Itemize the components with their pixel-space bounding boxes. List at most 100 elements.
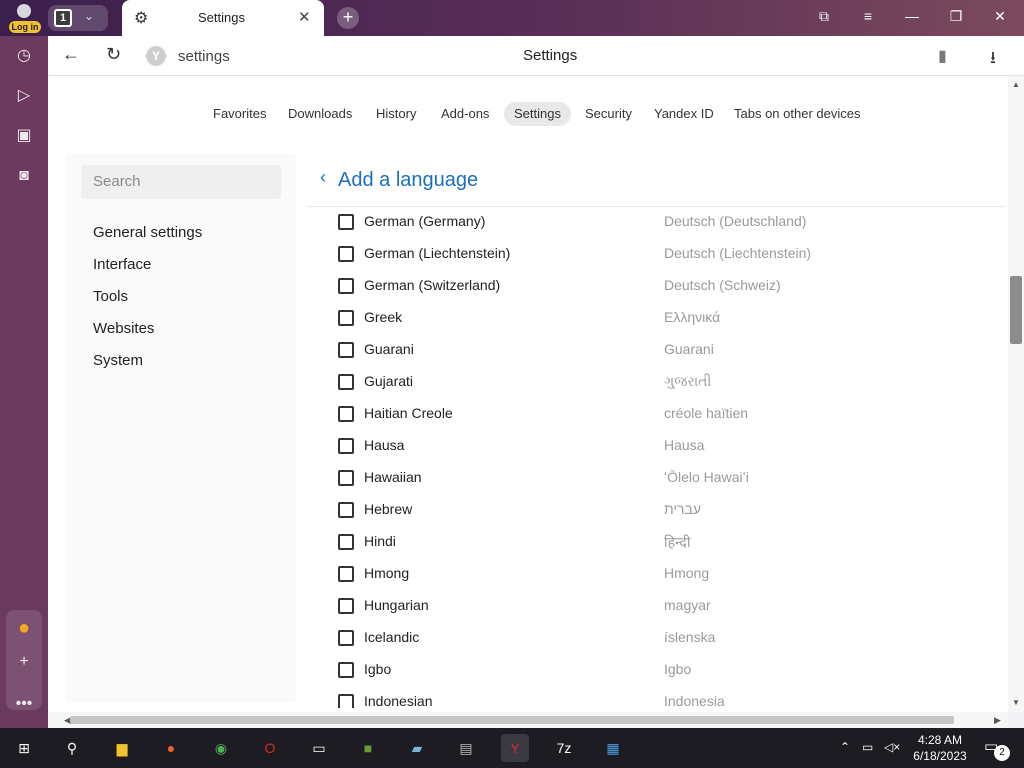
nav-addons[interactable]: Add-ons <box>431 102 499 126</box>
nav-settings[interactable]: Settings <box>504 102 571 126</box>
tray-expand-icon[interactable]: ⌃ <box>840 740 850 754</box>
url-field[interactable]: settings <box>178 48 230 65</box>
terminal-icon[interactable]: ▭ <box>305 734 333 762</box>
menu-general-settings[interactable]: General settings <box>93 224 202 241</box>
tab-group-button[interactable]: 1 ⌄ <box>48 5 108 31</box>
scroll-right-arrow-icon[interactable]: ▶ <box>994 715 1001 726</box>
language-checkbox[interactable] <box>338 662 354 678</box>
language-row[interactable]: Guarani Guarani <box>306 335 1006 367</box>
language-row[interactable]: Igbo Igbo <box>306 655 1006 687</box>
history-clock-icon[interactable]: ◷ <box>12 44 36 68</box>
close-tab-icon[interactable]: ✕ <box>298 8 311 26</box>
nav-history[interactable]: History <box>366 102 426 126</box>
language-checkbox[interactable] <box>338 278 354 294</box>
minimize-button[interactable]: — <box>900 8 924 24</box>
language-checkbox[interactable] <box>338 598 354 614</box>
language-row[interactable]: Hawaiian ʻŌlelo Hawaiʻi <box>306 463 1006 495</box>
horizontal-scroll-thumb[interactable] <box>70 716 954 724</box>
language-row[interactable]: Greek Ελληνικά <box>306 303 1006 335</box>
add-app-icon[interactable]: + <box>12 650 36 674</box>
tab-settings[interactable]: ⚙ Settings ✕ <box>122 0 324 36</box>
back-arrow-icon[interactable]: ← <box>62 44 80 65</box>
language-row[interactable]: Hindi हिन्दी <box>306 527 1006 559</box>
language-row[interactable]: German (Liechtenstein) Deutsch (Liechtens… <box>306 239 1006 271</box>
language-checkbox[interactable] <box>338 374 354 390</box>
language-row[interactable]: German (Germany) Deutsch (Deutschland) <box>306 208 1006 239</box>
7zip-icon[interactable]: 7z <box>550 734 578 762</box>
language-checkbox[interactable] <box>338 534 354 550</box>
vertical-scrollbar[interactable]: ▲ ▼ <box>1008 76 1024 712</box>
scroll-down-arrow-icon[interactable]: ▼ <box>1012 698 1020 707</box>
app-shortcut-icon[interactable]: ● <box>12 616 36 640</box>
language-row[interactable]: Hmong Hmong <box>306 559 1006 591</box>
search-icon[interactable]: ⚲ <box>58 734 86 762</box>
login-button[interactable]: Log in <box>4 2 44 34</box>
language-checkbox[interactable] <box>338 406 354 422</box>
menu-system[interactable]: System <box>93 352 143 369</box>
language-row[interactable]: Hausa Hausa <box>306 431 1006 463</box>
windows-start-icon[interactable]: ⊞ <box>10 734 38 762</box>
language-name: Hausa <box>364 437 405 453</box>
reload-icon[interactable]: ↻ <box>106 44 121 65</box>
bookmark-icon[interactable]: ▮ <box>938 46 947 66</box>
new-tab-button[interactable]: + <box>337 7 359 29</box>
vertical-scroll-thumb[interactable] <box>1010 276 1022 344</box>
system-clock[interactable]: 4:28 AM 6/18/2023 <box>910 732 970 764</box>
language-row[interactable]: Icelandic íslenska <box>306 623 1006 655</box>
settings-search-input[interactable]: Search <box>81 165 281 199</box>
nav-downloads[interactable]: Downloads <box>278 102 362 126</box>
language-checkbox[interactable] <box>338 214 354 230</box>
menu-interface[interactable]: Interface <box>93 256 151 273</box>
tab-count-badge: 1 <box>54 9 72 27</box>
notepad-icon[interactable]: ▰ <box>403 734 431 762</box>
minecraft-icon[interactable]: ■ <box>354 734 382 762</box>
menu-websites[interactable]: Websites <box>93 320 154 337</box>
close-window-button[interactable]: ✕ <box>988 8 1012 25</box>
opera-icon[interactable]: O <box>256 734 284 762</box>
download-icon[interactable]: ⭳ <box>990 45 996 74</box>
nav-tabs-other-devices[interactable]: Tabs on other devices <box>724 102 870 126</box>
tabs-icon[interactable]: ▣ <box>12 124 36 148</box>
file-explorer-icon[interactable]: ▆ <box>108 734 136 762</box>
play-icon[interactable]: ▷ <box>12 84 36 108</box>
panel-title[interactable]: Add a language <box>338 169 478 192</box>
language-checkbox[interactable] <box>338 470 354 486</box>
horizontal-scrollbar[interactable]: ◀ ▶ <box>48 712 1008 728</box>
yandex-browser-icon[interactable]: Y <box>501 734 529 762</box>
menu-icon[interactable]: ≡ <box>856 8 880 24</box>
page-title: Settings <box>523 47 578 64</box>
monitor-app-icon[interactable]: ▤ <box>452 734 480 762</box>
language-checkbox[interactable] <box>338 438 354 454</box>
nav-security[interactable]: Security <box>575 102 642 126</box>
chrome-icon[interactable]: ◉ <box>207 734 235 762</box>
language-checkbox[interactable] <box>338 694 354 708</box>
language-checkbox[interactable] <box>338 630 354 646</box>
language-checkbox[interactable] <box>338 342 354 358</box>
nav-yandex-id[interactable]: Yandex ID <box>644 102 724 126</box>
nav-favorites[interactable]: Favorites <box>203 102 276 126</box>
menu-tools[interactable]: Tools <box>93 288 128 305</box>
language-checkbox[interactable] <box>338 566 354 582</box>
network-app-icon[interactable]: ▦ <box>599 734 627 762</box>
collections-icon[interactable]: ⧉ <box>812 8 836 25</box>
notifications-icon[interactable]: ▭ 2 <box>984 737 1010 761</box>
login-label: Log in <box>9 21 41 33</box>
language-row[interactable]: Hungarian magyar <box>306 591 1006 623</box>
language-checkbox[interactable] <box>338 310 354 326</box>
language-row[interactable]: German (Switzerland) Deutsch (Schweiz) <box>306 271 1006 303</box>
volume-muted-icon[interactable]: ◁× <box>884 740 900 754</box>
restore-button[interactable]: ❐ <box>944 8 968 25</box>
language-checkbox[interactable] <box>338 502 354 518</box>
back-chevron-icon[interactable]: ‹ <box>320 167 326 188</box>
screenshot-camera-icon[interactable]: ◙ <box>12 164 36 188</box>
language-row[interactable]: Indonesian Indonesia <box>306 687 1006 708</box>
scroll-up-arrow-icon[interactable]: ▲ <box>1012 80 1020 89</box>
firefox-icon[interactable]: ● <box>157 734 185 762</box>
language-row[interactable]: Hebrew עברית <box>306 495 1006 527</box>
language-checkbox[interactable] <box>338 246 354 262</box>
network-icon[interactable]: ▭ <box>862 740 873 754</box>
more-icon[interactable]: ••• <box>12 692 36 716</box>
yandex-logo-icon: Y <box>146 46 166 66</box>
language-row[interactable]: Haitian Creole créole haïtien <box>306 399 1006 431</box>
language-row[interactable]: Gujarati ગુજરાતી <box>306 367 1006 399</box>
